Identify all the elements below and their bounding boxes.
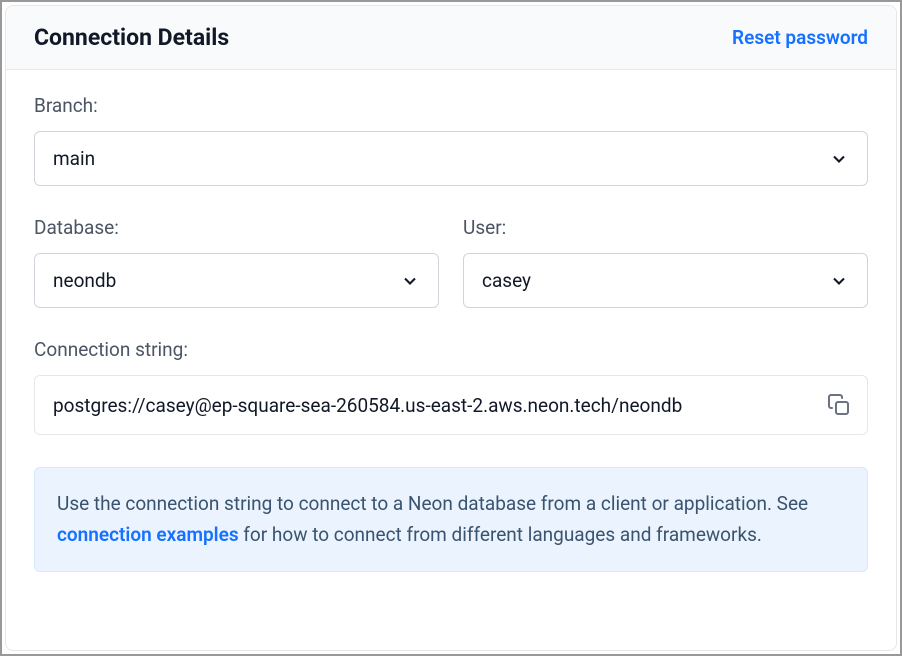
info-text-after: for how to connect from different langua… (239, 523, 762, 546)
connection-examples-link[interactable]: connection examples (57, 523, 239, 546)
database-field: Database: neondb (34, 216, 439, 308)
user-label: User: (463, 216, 868, 239)
copy-icon[interactable] (827, 393, 851, 417)
connection-details-card: Connection Details Reset password Branch… (5, 5, 897, 651)
user-select-value: casey (482, 269, 531, 292)
reset-password-link[interactable]: Reset password (732, 26, 868, 49)
card-body: Branch: main Database: neondb (6, 70, 896, 594)
branch-field: Branch: main (34, 94, 868, 186)
database-select[interactable]: neondb (34, 253, 439, 308)
branch-label: Branch: (34, 94, 868, 117)
info-box: Use the connection string to connect to … (34, 467, 868, 572)
card-header: Connection Details Reset password (6, 6, 896, 70)
info-text-before: Use the connection string to connect to … (57, 492, 808, 515)
user-field: User: casey (463, 216, 868, 308)
chevron-down-icon (829, 271, 849, 291)
connection-string-label: Connection string: (34, 338, 868, 361)
chevron-down-icon (829, 149, 849, 169)
database-select-value: neondb (53, 269, 116, 292)
branch-select-value: main (53, 147, 95, 170)
connection-string-value: postgres://casey@ep-square-sea-260584.us… (53, 394, 682, 417)
card-title: Connection Details (34, 24, 229, 51)
connection-string-field: Connection string: postgres://casey@ep-s… (34, 338, 868, 435)
connection-string-box: postgres://casey@ep-square-sea-260584.us… (34, 375, 868, 435)
database-label: Database: (34, 216, 439, 239)
branch-select[interactable]: main (34, 131, 868, 186)
user-select[interactable]: casey (463, 253, 868, 308)
chevron-down-icon (400, 271, 420, 291)
